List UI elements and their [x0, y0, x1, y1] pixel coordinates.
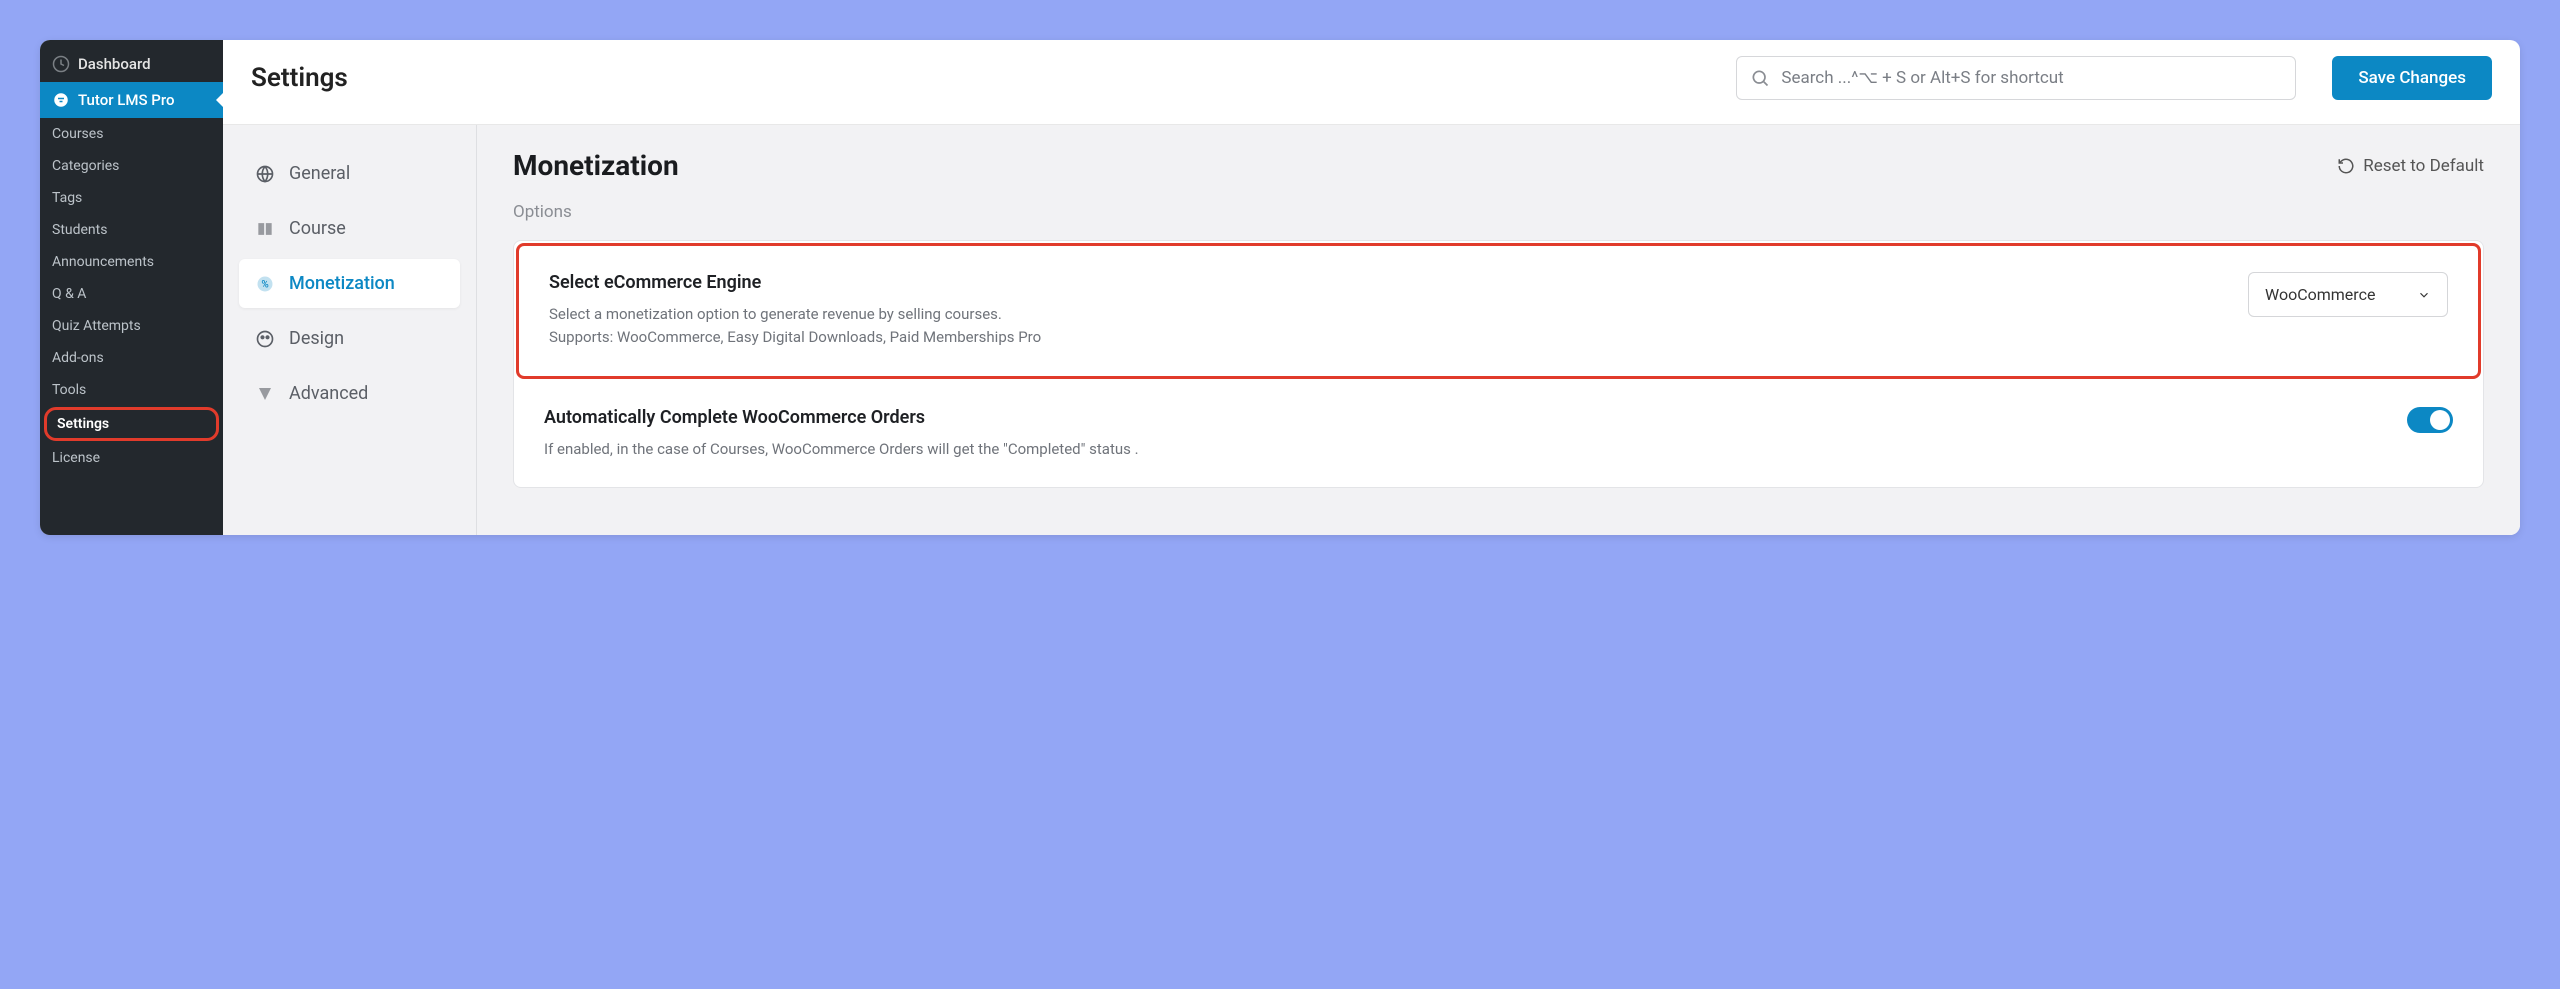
tab-label: Design: [289, 328, 344, 349]
course-icon: [255, 219, 275, 239]
wp-admin-sidebar: Dashboard Tutor LMS Pro CoursesCategorie…: [40, 40, 223, 535]
app-window: Dashboard Tutor LMS Pro CoursesCategorie…: [40, 40, 2520, 535]
sidebar-item-students[interactable]: Students: [40, 214, 223, 246]
settings-tabs: General Course% Monetization Design Advanced: [223, 125, 477, 535]
tab-course[interactable]: Course: [239, 204, 460, 253]
sidebar-item-q-a[interactable]: Q & A: [40, 278, 223, 310]
sidebar-dashboard-label: Dashboard: [78, 55, 151, 73]
general-icon: [255, 164, 275, 184]
sidebar-item-categories[interactable]: Categories: [40, 150, 223, 182]
sidebar-item-settings[interactable]: Settings: [44, 407, 219, 441]
sidebar-item-courses[interactable]: Courses: [40, 118, 223, 150]
sidebar-plugin[interactable]: Tutor LMS Pro: [40, 82, 223, 118]
reset-icon: [2337, 157, 2355, 175]
option-row: Automatically Complete WooCommerce Order…: [514, 381, 2483, 487]
sidebar-item-tools[interactable]: Tools: [40, 374, 223, 406]
auto-complete-toggle[interactable]: [2407, 407, 2453, 433]
options-label: Options: [513, 202, 2484, 222]
design-icon: [255, 329, 275, 349]
search-icon: [1750, 68, 1770, 88]
sidebar-item-add-ons[interactable]: Add-ons: [40, 342, 223, 374]
tutor-lms-icon: [52, 91, 70, 109]
content: General Course% Monetization Design Advanced…: [223, 125, 2520, 535]
option-title: Automatically Complete WooCommerce Order…: [544, 407, 2383, 428]
tab-monetization[interactable]: % Monetization: [239, 259, 460, 308]
chevron-down-icon: [2417, 288, 2431, 302]
settings-panel: Monetization Reset to Default Options Se…: [477, 125, 2520, 535]
main-area: Settings Save Changes General Course% Mone…: [223, 40, 2520, 535]
option-title: Select eCommerce Engine: [549, 272, 2224, 293]
sidebar-item-tags[interactable]: Tags: [40, 182, 223, 214]
tab-label: General: [289, 163, 350, 184]
sidebar-plugin-label: Tutor LMS Pro: [78, 91, 174, 109]
dashboard-icon: [52, 55, 70, 73]
sidebar-item-license[interactable]: License: [40, 442, 223, 474]
reset-label: Reset to Default: [2363, 156, 2484, 176]
svg-text:%: %: [261, 279, 268, 290]
search-wrapper: [1736, 56, 2296, 100]
ecommerce-engine-select[interactable]: WooCommerce: [2248, 272, 2448, 317]
select-value: WooCommerce: [2265, 285, 2375, 304]
save-button[interactable]: Save Changes: [2332, 56, 2492, 100]
sidebar-dashboard[interactable]: Dashboard: [40, 46, 223, 82]
sidebar-item-announcements[interactable]: Announcements: [40, 246, 223, 278]
option-row: Select eCommerce Engine Select a monetiza…: [516, 243, 2481, 379]
tab-design[interactable]: Design: [239, 314, 460, 363]
advanced-icon: [255, 384, 275, 404]
panel-header: Monetization Reset to Default: [513, 149, 2484, 182]
tab-general[interactable]: General: [239, 149, 460, 198]
page-title: Settings: [251, 63, 348, 93]
panel-title: Monetization: [513, 149, 679, 182]
option-desc: Select a monetization option to generate…: [549, 303, 2224, 350]
tab-label: Course: [289, 218, 346, 239]
topbar: Settings Save Changes: [223, 40, 2520, 125]
tab-label: Advanced: [289, 383, 368, 404]
tab-advanced[interactable]: Advanced: [239, 369, 460, 418]
option-desc: If enabled, in the case of Courses, WooC…: [544, 438, 2383, 461]
monetization-icon: %: [255, 274, 275, 294]
tab-label: Monetization: [289, 273, 395, 294]
reset-to-default[interactable]: Reset to Default: [2337, 156, 2484, 176]
sidebar-item-quiz-attempts[interactable]: Quiz Attempts: [40, 310, 223, 342]
options-card: Select eCommerce Engine Select a monetiza…: [513, 240, 2484, 488]
search-input[interactable]: [1736, 56, 2296, 100]
